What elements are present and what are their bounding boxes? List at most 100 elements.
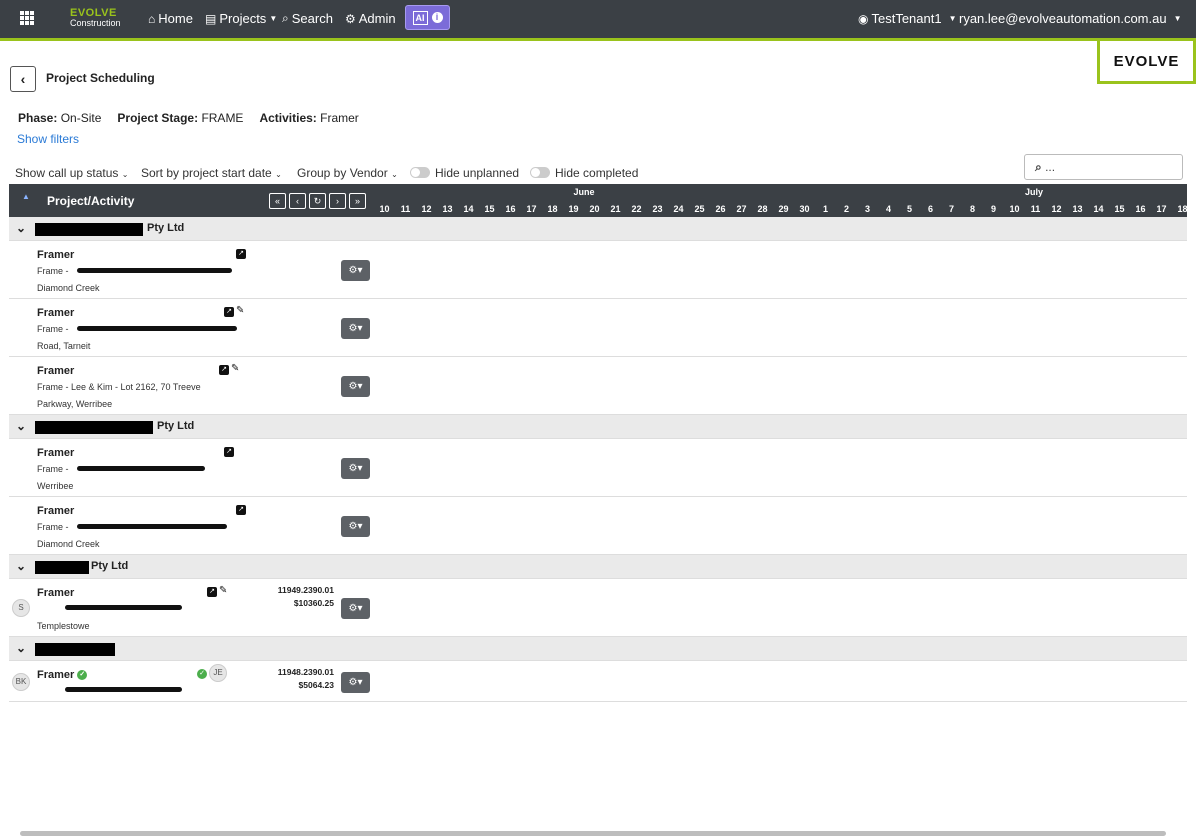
apps-grid-icon[interactable] <box>20 11 34 25</box>
search-icon: ⌕ <box>282 11 289 25</box>
day-label: 13 <box>442 204 453 214</box>
month-label: June <box>573 187 595 197</box>
external-link-icon[interactable]: ↗ <box>219 365 229 375</box>
activity-options-button[interactable]: ⚙▾ <box>341 516 370 537</box>
vendor-group[interactable]: ⌄ Pty Ltd <box>9 415 1187 439</box>
activities-value: Framer <box>320 111 359 125</box>
activity-options-button[interactable]: ⚙▾ <box>341 260 370 281</box>
chevron-down-icon[interactable]: ⌄ <box>16 641 26 655</box>
chevron-down-icon[interactable]: ⌄ <box>16 559 26 573</box>
activity-options-button[interactable]: ⚙▾ <box>341 671 370 693</box>
redacted-name <box>35 643 115 656</box>
redacted-name <box>35 223 143 236</box>
activity-options-button[interactable]: ⚙▾ <box>341 318 370 339</box>
day-label: 14 <box>1093 204 1104 214</box>
chevron-down-icon[interactable]: ⌄ <box>16 419 26 433</box>
hide-completed-toggle[interactable] <box>530 167 550 178</box>
activity-address: Frame - <box>37 522 69 532</box>
day-label: 5 <box>906 204 912 214</box>
nav-home[interactable]: ⌂ Home <box>148 11 193 26</box>
last-page-icon[interactable]: » <box>349 193 366 209</box>
redacted-address <box>65 605 182 610</box>
sort-dropdown[interactable]: Sort by project start date ⌄ <box>141 166 282 180</box>
pencil-icon[interactable]: ✎ <box>219 585 227 596</box>
external-link-icon[interactable]: ↗ <box>207 587 217 597</box>
pencil-icon[interactable]: ✎ <box>231 363 239 374</box>
activity-row: Framer Frame - Road, Tarneit ↗ ✎ ⚙▾ <box>9 299 1187 357</box>
activity-title[interactable]: Framer <box>37 307 74 319</box>
day-label: 30 <box>799 204 810 214</box>
day-label: 25 <box>694 204 705 214</box>
redacted-address <box>77 466 205 471</box>
redacted-name <box>35 561 89 574</box>
external-link-icon[interactable]: ↗ <box>224 447 234 457</box>
activity-options-button[interactable]: ⚙▾ <box>341 458 370 479</box>
day-label: 8 <box>969 204 975 214</box>
nav-projects[interactable]: ▤ Projects ▼ <box>205 11 277 26</box>
caret-down-icon: ⌄ <box>121 170 129 179</box>
tenant-menu[interactable]: ◉ TestTenant1 ▼ <box>858 11 957 26</box>
redacted-address <box>77 524 227 529</box>
activity-title[interactable]: Framer <box>37 249 74 261</box>
activity-options-button[interactable]: ⚙▾ <box>341 598 370 619</box>
brand-bottom: Construction <box>70 18 121 28</box>
day-label: 1 <box>822 204 828 214</box>
vendor-group[interactable]: ⌄ Pty Ltd <box>9 217 1187 241</box>
activity-address: Frame - <box>37 324 69 334</box>
external-link-icon[interactable]: ↗ <box>224 307 234 317</box>
activity-title[interactable]: Framer <box>37 365 74 377</box>
caret-down-icon: ▼ <box>269 14 278 23</box>
show-filters-link[interactable]: Show filters <box>17 132 79 146</box>
sort-up-icon[interactable]: ▲ <box>22 192 30 201</box>
day-label: 19 <box>568 204 579 214</box>
clipboard-icon: ▤ <box>205 11 217 26</box>
activity-title[interactable]: Framer <box>37 587 74 599</box>
hide-unplanned-label: Hide unplanned <box>435 166 520 180</box>
user-circle-icon: ◉ <box>858 11 869 26</box>
activity-address: Frame - <box>37 464 69 474</box>
day-label: 13 <box>1072 204 1083 214</box>
activity-title[interactable]: Framer <box>37 505 74 517</box>
activity-title[interactable]: Framer ✓ <box>37 669 88 681</box>
ai-assistant-button[interactable]: AI i <box>405 5 450 30</box>
refresh-icon[interactable]: ↻ <box>309 193 326 209</box>
day-label: 28 <box>757 204 768 214</box>
nav-admin[interactable]: ⚙ Admin <box>345 11 396 26</box>
activity-row: Framer Frame - Werribee ↗ ⚙▾ <box>9 439 1187 497</box>
chevron-down-icon[interactable]: ⌄ <box>16 221 26 235</box>
day-label: 17 <box>526 204 537 214</box>
back-button[interactable]: ‹ <box>10 66 36 92</box>
vendor-group[interactable]: ⌄ <box>9 637 1187 661</box>
hide-unplanned-toggle[interactable] <box>410 167 430 178</box>
brand-logo[interactable]: EVOLVE Construction <box>70 8 121 28</box>
activity-address: Frame - <box>37 266 69 276</box>
search-input[interactable]: ⌕ ... <box>1024 154 1183 180</box>
activity-options-button[interactable]: ⚙▾ <box>341 376 370 397</box>
gantt-chart: ▲ Project/Activity « ‹ ↻ › » June July 10 1… <box>9 184 1187 702</box>
caret-down-icon: ▼ <box>948 14 957 23</box>
vendor-group-name: Pty Ltd <box>147 222 185 234</box>
activity-title[interactable]: Framer <box>37 447 74 459</box>
external-link-icon[interactable]: ↗ <box>236 505 246 515</box>
day-label: 26 <box>715 204 726 214</box>
pencil-icon[interactable]: ✎ <box>236 305 244 316</box>
day-label: 12 <box>421 204 432 214</box>
day-label: 24 <box>673 204 684 214</box>
activity-row: Framer ✓ BK ✓ JE 11948.2390.01 $5064.23 ⚙▾ <box>9 661 1187 702</box>
horizontal-scrollbar[interactable] <box>20 831 1166 836</box>
prev-icon[interactable]: ‹ <box>289 193 306 209</box>
activity-amount: $5064.23 <box>298 680 334 690</box>
activity-suburb: Diamond Creek <box>37 283 100 293</box>
vendor-group[interactable]: ⌄ Pty Ltd <box>9 555 1187 579</box>
check-circle-icon: ✓ <box>197 669 207 679</box>
day-label: 17 <box>1156 204 1167 214</box>
day-label: 18 <box>1177 204 1187 214</box>
call-up-status-dropdown[interactable]: Show call up status ⌄ <box>15 166 128 180</box>
day-label: 10 <box>379 204 390 214</box>
next-icon[interactable]: › <box>329 193 346 209</box>
first-page-icon[interactable]: « <box>269 193 286 209</box>
group-dropdown[interactable]: Group by Vendor ⌄ <box>297 166 398 180</box>
external-link-icon[interactable]: ↗ <box>236 249 246 259</box>
nav-search[interactable]: ⌕ Search <box>282 11 333 26</box>
user-menu[interactable]: ryan.lee@evolveautomation.com.au ▼ <box>959 11 1182 26</box>
